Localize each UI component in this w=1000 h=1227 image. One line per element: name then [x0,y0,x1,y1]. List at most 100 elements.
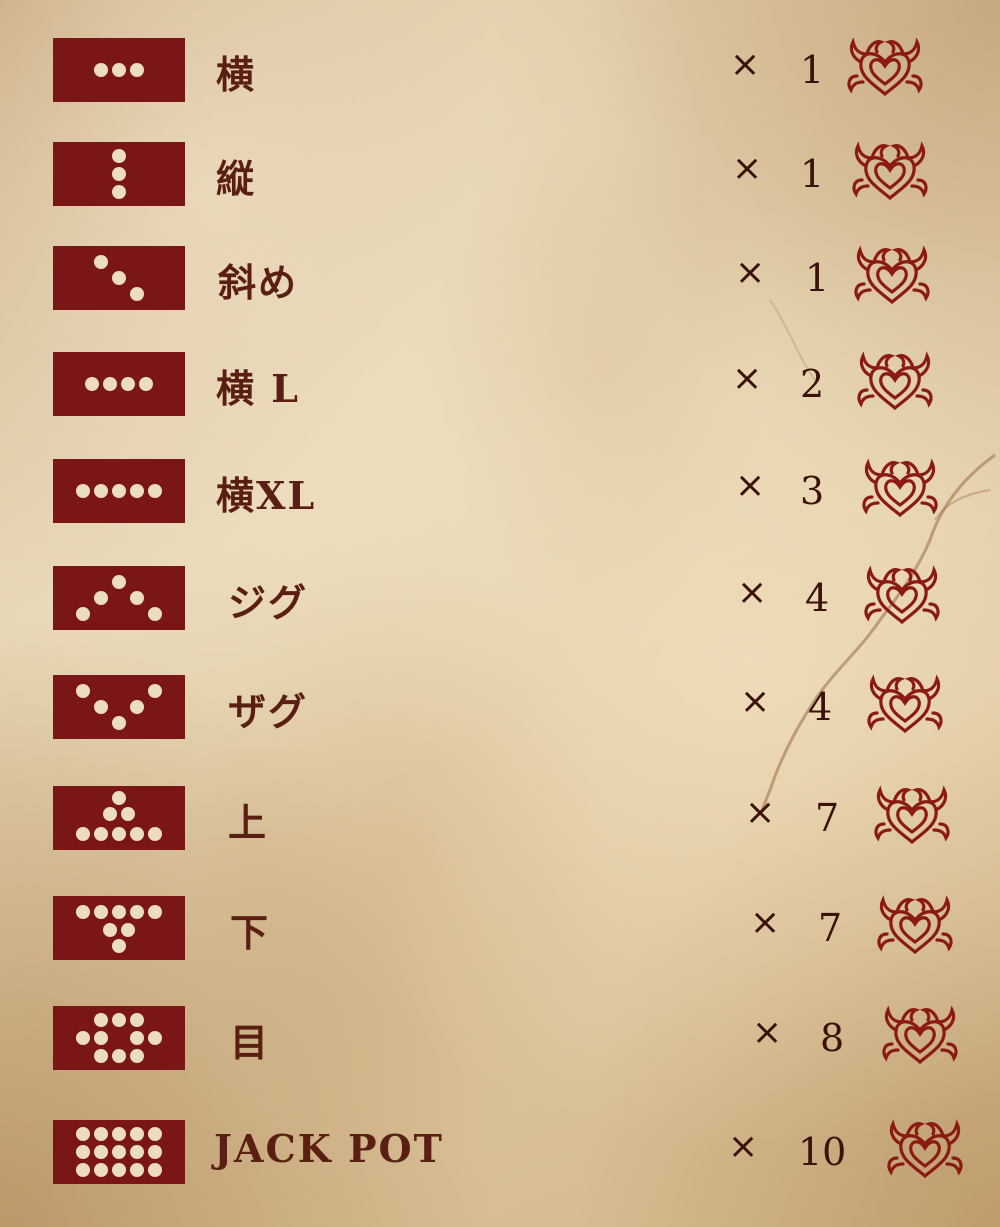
tribal-heart-icon [864,565,940,625]
pattern-dot [148,684,162,698]
paytable-row: 縦 × 1 [53,141,993,208]
pattern-dot [94,1163,108,1177]
pattern-name: ジグ [228,580,309,625]
pattern-name: 目 [230,1020,271,1065]
pattern-dot [94,1145,108,1159]
pattern-dot [112,167,126,181]
multiplier-value: 8 [820,1016,845,1060]
pattern-dots [76,791,162,841]
paytable-screen: { "paytable": { "rows": [ {"name": "横", … [0,0,1000,1227]
pattern-tile-h4 [53,352,185,416]
multiplier-value: 4 [808,685,833,729]
pattern-dot [148,827,162,841]
paytable-row: 目 × 8 [53,1004,993,1072]
times-sign: × [740,681,771,722]
tribal-heart-icon [880,1004,960,1070]
pattern-name: 横 L [216,366,300,411]
pattern-dot [148,1031,162,1045]
tribal-heart-icon [855,350,935,416]
pattern-dot [130,827,144,841]
pattern-dot [94,1127,108,1141]
pattern-dot [112,1049,126,1063]
multiplier-value: 2 [800,362,825,406]
multiplier-value: 4 [805,576,830,620]
tribal-heart-icon [854,245,930,305]
pattern-dot [103,807,117,821]
multiplier-value: 10 [798,1130,847,1174]
pattern-dot [76,1163,90,1177]
pattern-name: JACK POT [214,1126,444,1171]
pattern-dot [76,1031,90,1045]
pattern-name: 上 [228,800,269,845]
times-sign: × [737,572,768,613]
paytable-row: 横 × 1 [53,37,993,104]
pattern-dot [112,716,126,730]
pattern-dot [112,1163,126,1177]
paytable-row: ザグ × 4 [53,674,993,741]
times-sign: × [735,465,766,506]
pattern-dot [112,1013,126,1027]
pattern-dot [112,1145,126,1159]
times-sign: × [728,1126,759,1167]
tribal-heart-icon [852,141,928,201]
pattern-dot [94,255,108,269]
pattern-dot [112,939,126,953]
pattern-dot [121,807,135,821]
tribal-heart-icon [860,457,940,523]
pattern-dot [94,484,108,498]
times-sign: × [735,252,766,293]
pattern-dot [112,484,126,498]
pattern-dot [130,287,144,301]
pattern-tile-v3 [53,142,185,206]
pattern-name: 斜め [218,260,299,305]
tribal-heart-icon [847,37,923,97]
pattern-dot [94,1013,108,1027]
pattern-dot [130,1049,144,1063]
tribal-heart-icon [862,564,942,630]
pattern-name: 横 [216,52,257,97]
tribal-heart-icon [867,674,943,734]
pattern-dot [76,905,90,919]
pattern-dot [130,1163,144,1177]
pattern-dot [112,271,126,285]
pattern-dot [148,1127,162,1141]
pattern-dot [130,591,144,605]
paytable-row: 上 × 7 [53,784,993,852]
tribal-heart-icon [872,784,952,850]
pattern-dot [148,1145,162,1159]
times-sign: × [745,792,776,833]
pattern-dot [112,185,126,199]
pattern-dot [94,827,108,841]
paytable-row: 横 L × 2 [53,350,993,418]
times-sign: × [730,44,761,85]
pattern-dot [130,1127,144,1141]
times-sign: × [732,148,763,189]
pattern-dot [85,377,99,391]
pattern-dot [76,827,90,841]
pattern-tile-d3 [53,246,185,310]
pattern-dot [112,63,126,77]
pattern-dot [76,484,90,498]
pattern-dot [94,63,108,77]
paytable-row: ジグ × 4 [53,564,993,632]
pattern-dot [112,575,126,589]
pattern-dots [112,149,126,199]
pattern-tile-h5 [53,459,185,523]
paytable-row: 下 × 7 [53,895,993,962]
pattern-dot [130,905,144,919]
pattern-dot [94,700,108,714]
pattern-dot [130,1145,144,1159]
pattern-dots [76,1127,162,1177]
tribal-heart-icon [877,895,953,955]
pattern-dot [112,905,126,919]
tribal-heart-icon [874,785,950,845]
pattern-tile-zig [53,566,185,630]
pattern-dot [76,607,90,621]
pattern-name: ザグ [228,689,309,734]
pattern-dot [94,591,108,605]
pattern-dot [94,1049,108,1063]
pattern-tile-eye [53,1006,185,1070]
pattern-dot [148,1163,162,1177]
tribal-heart-icon [852,244,932,310]
pattern-name: 縦 [216,156,257,201]
